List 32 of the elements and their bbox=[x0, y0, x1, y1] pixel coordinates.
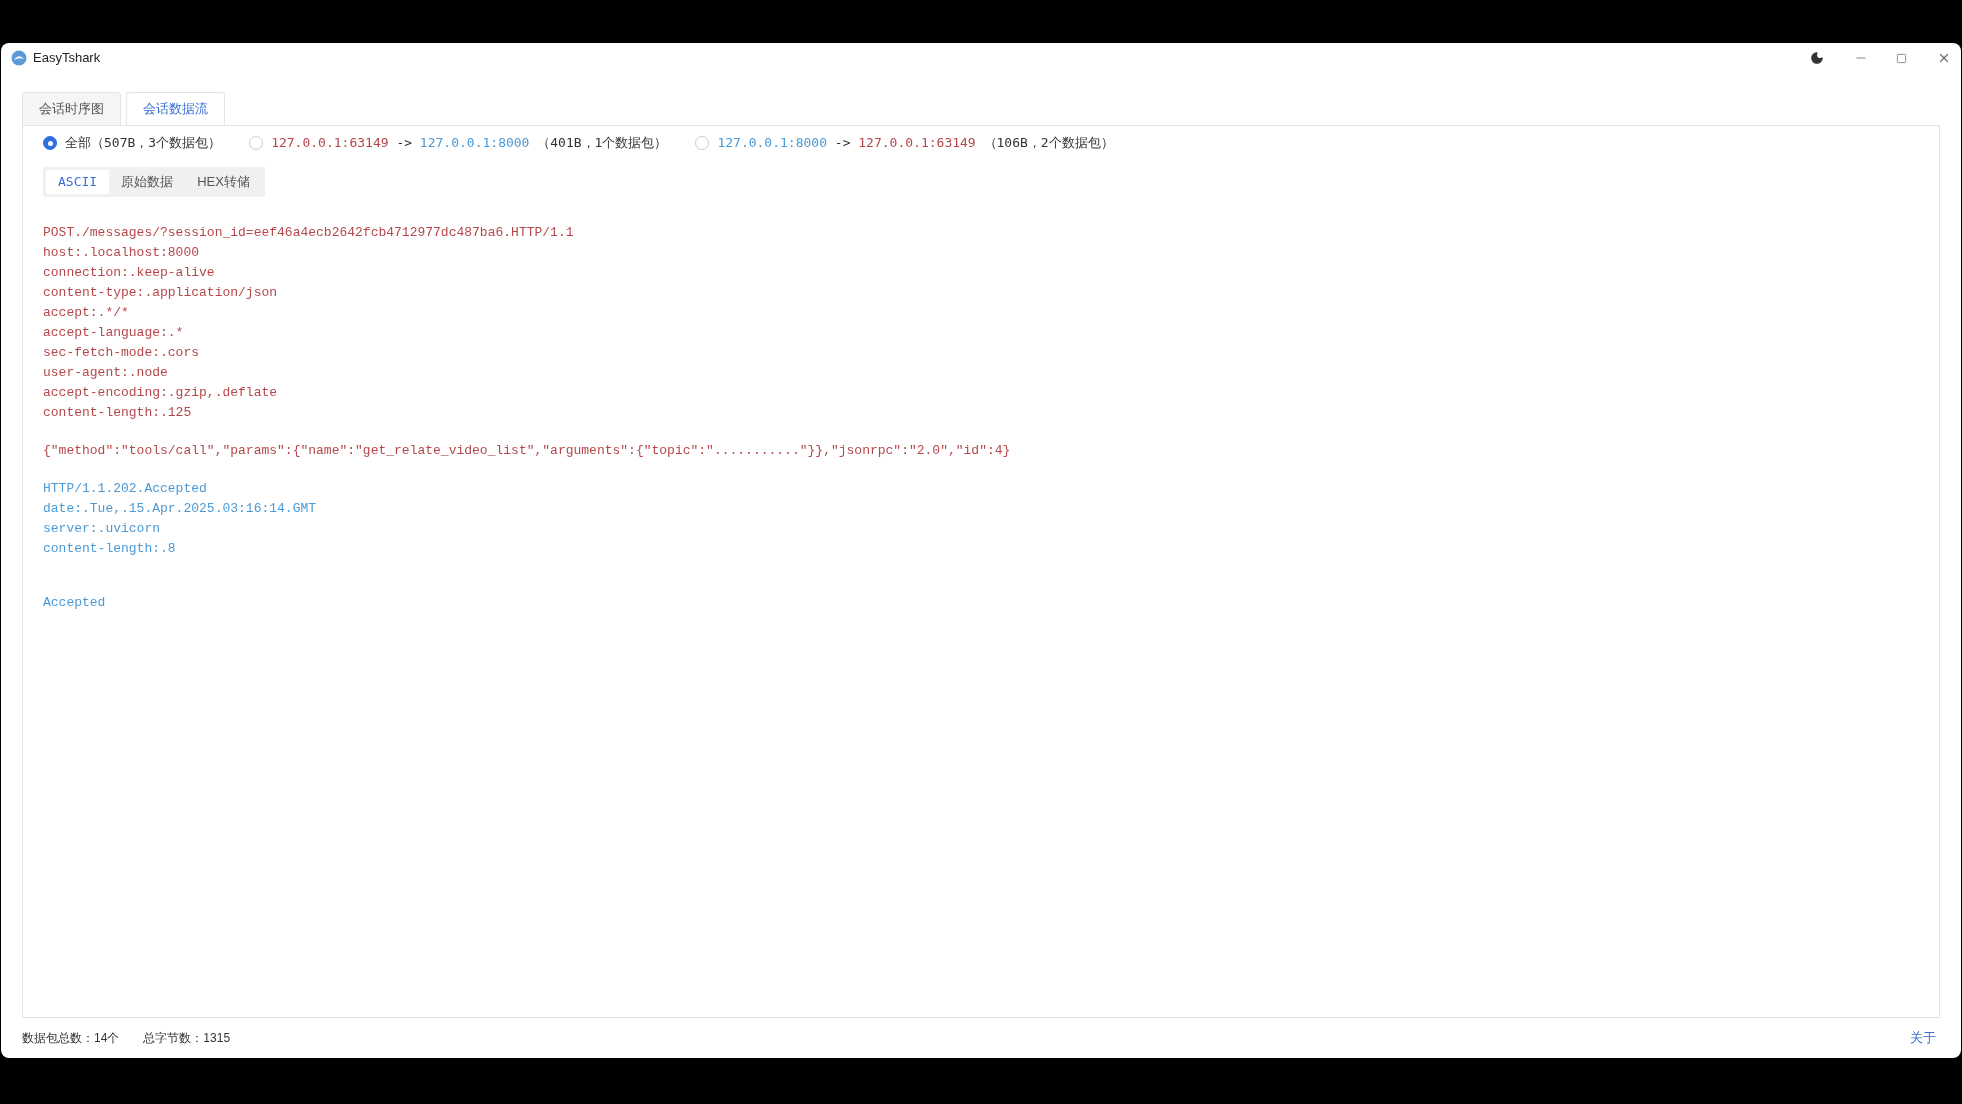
maximize-icon[interactable] bbox=[1896, 52, 1907, 64]
byte-count-label: 总字节数：1315 bbox=[143, 1030, 231, 1047]
stream-text-line: Accepted bbox=[43, 594, 106, 612]
stream-text-line: POST./messages/?session_id=eef46a4ecb2642fcb4712977dc487ba6.HTTP/1.1 bbox=[43, 224, 574, 242]
tab[interactable]: 会话数据流 bbox=[126, 92, 225, 126]
app-logo-icon bbox=[11, 50, 27, 66]
packet-count-label: 数据包总数：14个 bbox=[22, 1030, 120, 1047]
stream-text-line: sec-fetch-mode:.cors bbox=[43, 344, 200, 362]
stream-text-line: connection:.keep-alive bbox=[43, 264, 215, 282]
dark-mode-icon[interactable] bbox=[1810, 51, 1824, 65]
stream-radio[interactable]: 全部（507B，3个数据包） bbox=[43, 132, 222, 154]
stream-text-line: host:.localhost:8000 bbox=[43, 244, 200, 262]
stream-radio[interactable]: 127.0.0.1:8000 -> 127.0.0.1:63149 （106B，2个数据包） bbox=[695, 132, 1114, 154]
close-icon[interactable] bbox=[1937, 51, 1951, 65]
stream-radio[interactable]: 127.0.0.1:63149 -> 127.0.0.1:8000 （401B，1个数据包） bbox=[249, 132, 668, 154]
stream-text-line: user-agent:.node bbox=[43, 364, 168, 382]
about-link[interactable]: 关于 bbox=[1910, 1028, 1936, 1048]
stream-text-line: accept-encoding:.gzip,.deflate bbox=[43, 384, 278, 402]
stream-text-line: content-length:.125 bbox=[43, 404, 192, 422]
view-tab[interactable]: ASCII bbox=[46, 170, 110, 194]
stream-text-line: date:.Tue,.15.Apr.2025.03:16:14.GMT bbox=[43, 500, 317, 518]
tab[interactable]: 会话时序图 bbox=[22, 92, 121, 126]
stream-text-line: accept-language:.* bbox=[43, 324, 184, 342]
view-tab[interactable]: HEX转储 bbox=[185, 170, 262, 194]
stream-text-line: content-type:.application/json bbox=[43, 284, 278, 302]
stream-text-line: {"method":"tools/call","params":{"name":"get_relate_video_list","arguments":{"topic":"..........."}},"jsonrpc":"2.0","id":4} bbox=[43, 442, 1011, 460]
stream-text-line: accept:.*/* bbox=[43, 304, 129, 322]
view-tab[interactable]: 原始数据 bbox=[109, 170, 186, 194]
stream-text-line: HTTP/1.1.202.Accepted bbox=[43, 480, 207, 498]
window-title: EasyTshark bbox=[33, 49, 101, 68]
stream-text-line: content-length:.8 bbox=[43, 540, 176, 558]
stream-text-line: server:.uvicorn bbox=[43, 520, 161, 538]
